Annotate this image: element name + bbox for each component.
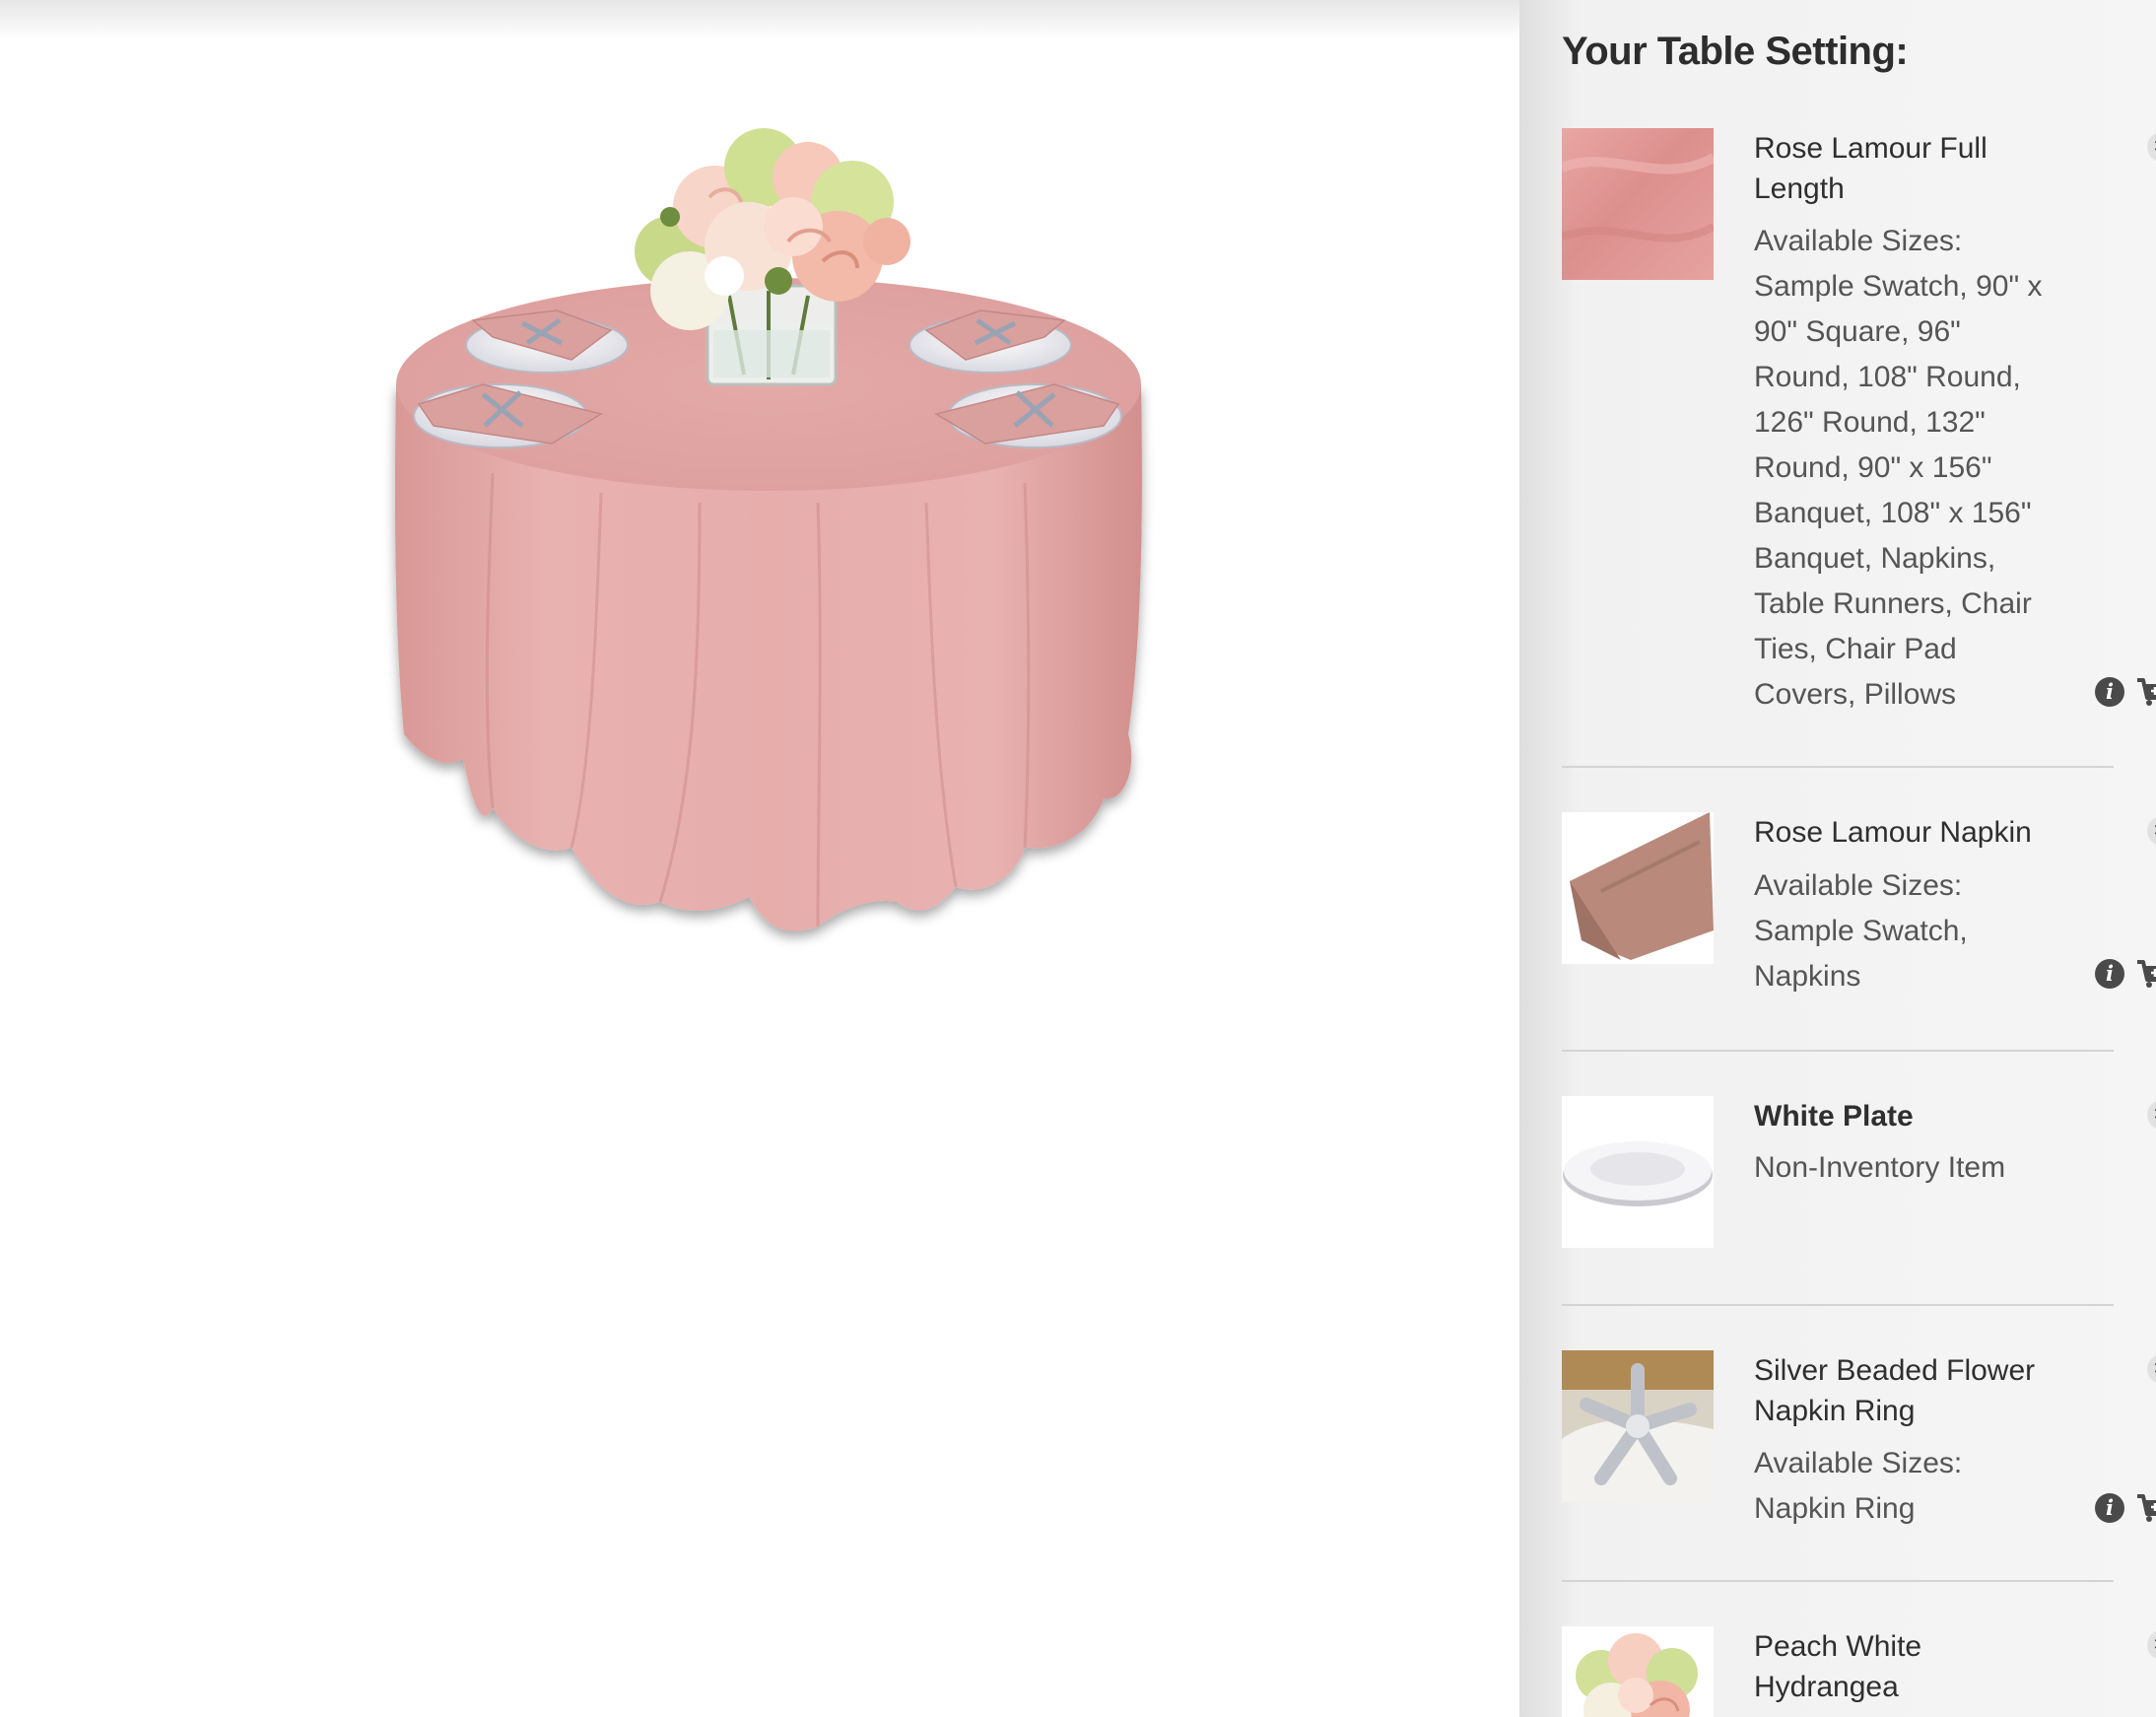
table-setting-sidebar: Your Table Setting: Rose Lamour Full Len… xyxy=(1519,0,2156,1717)
remove-item-button[interactable]: ✖ xyxy=(2147,816,2156,846)
table-setting-preview xyxy=(374,79,1163,966)
add-to-cart-icon[interactable] xyxy=(2135,1492,2156,1524)
item-name[interactable]: Silver Beaded Flower Napkin Ring xyxy=(1754,1350,2050,1431)
setting-item-napkin: Rose Lamour Napkin Available Sizes: Samp… xyxy=(1562,812,2156,1009)
remove-item-button[interactable]: ✖ xyxy=(2147,1630,2156,1660)
item-name[interactable]: Peach White Hydrangea xyxy=(1754,1626,2050,1707)
info-icon[interactable]: i xyxy=(2095,1493,2124,1523)
setting-item-plate: White Plate Non-Inventory Item ✖ xyxy=(1562,1096,2156,1254)
item-available-sizes: Available Sizes: Sample Swatch, Napkins xyxy=(1754,869,1968,993)
add-to-cart-icon[interactable] xyxy=(2135,958,2156,990)
item-description: Non-Inventory Item xyxy=(1754,1151,2006,1184)
plate-thumbnail[interactable] xyxy=(1562,1096,1714,1248)
item-divider xyxy=(1562,1050,2114,1052)
hydrangea-thumbnail[interactable] xyxy=(1562,1626,1714,1717)
item-available-sizes: Available Sizes: Sample Swatch, 90" x 90… xyxy=(1754,225,2043,711)
remove-item-button[interactable]: ✖ xyxy=(2147,1354,2156,1384)
item-divider xyxy=(1562,1304,2114,1306)
item-name[interactable]: Rose Lamour Napkin xyxy=(1754,812,2050,853)
napkin-ring-thumbnail[interactable] xyxy=(1562,1350,1714,1502)
remove-item-button[interactable]: ✖ xyxy=(2147,132,2156,162)
add-to-cart-icon[interactable] xyxy=(2135,676,2156,708)
sidebar-title: Your Table Setting: xyxy=(1562,30,1909,73)
info-icon[interactable]: i xyxy=(2095,959,2124,989)
item-divider xyxy=(1562,1580,2114,1582)
info-icon[interactable]: i xyxy=(2095,677,2124,707)
table-illustration xyxy=(394,128,1142,931)
setting-item-tablecloth: Rose Lamour Full Length Available Sizes:… xyxy=(1562,128,2156,739)
item-name[interactable]: White Plate xyxy=(1754,1096,2050,1136)
item-divider xyxy=(1562,766,2114,768)
table-preview-area xyxy=(0,0,1519,1717)
remove-item-button[interactable]: ✖ xyxy=(2147,1100,2156,1130)
setting-item-napkin-ring: Silver Beaded Flower Napkin Ring Availab… xyxy=(1562,1350,2156,1538)
tablecloth-thumbnail[interactable] xyxy=(1562,128,1714,280)
setting-item-centerpiece: Peach White Hydrangea ✖ xyxy=(1562,1626,2156,1717)
item-name[interactable]: Rose Lamour Full Length xyxy=(1754,128,2050,209)
item-available-sizes: Available Sizes: Napkin Ring xyxy=(1754,1447,1963,1525)
napkin-thumbnail[interactable] xyxy=(1562,812,1714,964)
